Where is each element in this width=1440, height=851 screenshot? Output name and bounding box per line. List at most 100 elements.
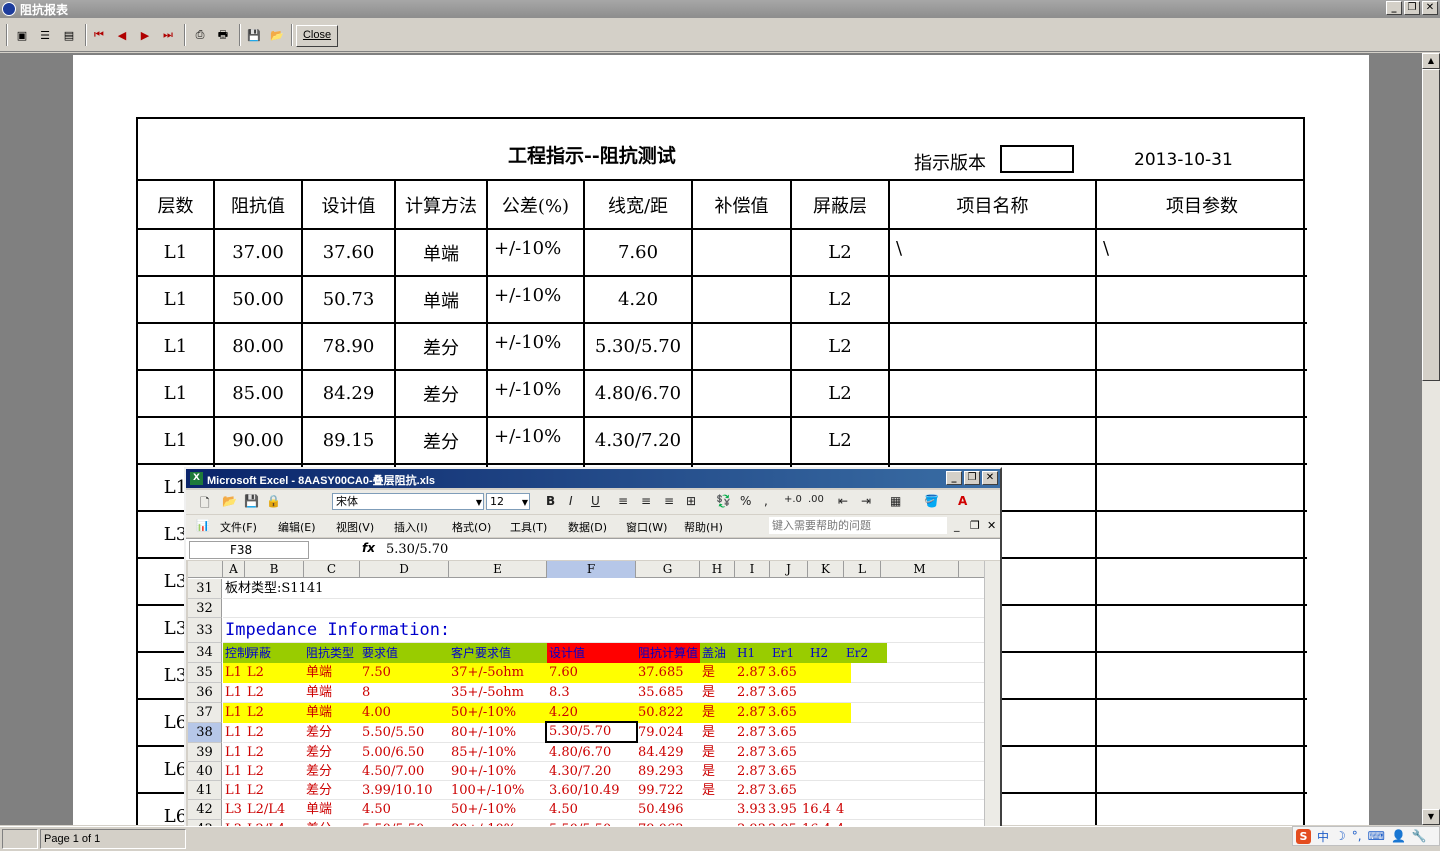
- sheet-cell[interactable]: 3.65: [768, 703, 797, 723]
- next-page-icon[interactable]: ▶: [136, 27, 154, 43]
- previous-page-icon[interactable]: ◀: [113, 27, 131, 43]
- menu-view[interactable]: 视图(V): [336, 519, 374, 535]
- sheet-cell[interactable]: Impedance Information:: [225, 618, 450, 643]
- column-header-g[interactable]: G: [636, 561, 700, 578]
- sheet-cell[interactable]: L1: [225, 762, 242, 781]
- keyboard-icon[interactable]: ⌨: [1368, 829, 1385, 843]
- sheet-cell[interactable]: 37+/-5ohm: [451, 663, 524, 683]
- sheet-cell[interactable]: 90+/-10%: [451, 762, 516, 781]
- sheet-cell[interactable]: 控制: [225, 643, 249, 663]
- sheet-cell[interactable]: 单端: [306, 663, 332, 683]
- sheet-cell[interactable]: 100+/-10%: [451, 781, 524, 800]
- row-header[interactable]: 40: [188, 762, 222, 781]
- sheet-cell[interactable]: L1: [225, 683, 242, 703]
- spreadsheet-grid[interactable]: ABCDEFGHIJKLM 31 板材类型:S1141 32 33 Impedance …: [188, 561, 988, 849]
- page-width-icon[interactable]: ▤: [60, 27, 78, 43]
- sheet-cell[interactable]: 2.87: [737, 703, 766, 723]
- sheet-cell[interactable]: 2.87: [737, 743, 766, 762]
- fill-color-icon[interactable]: 🪣: [924, 494, 939, 508]
- sheet-cell[interactable]: 2.87: [737, 723, 766, 743]
- doc-minimize-icon[interactable]: _: [954, 519, 960, 532]
- sheet-cell[interactable]: 2.87: [737, 683, 766, 703]
- sheet-cell[interactable]: 4.20: [549, 703, 578, 723]
- italic-icon[interactable]: I: [569, 494, 573, 508]
- row-header[interactable]: 37: [188, 703, 222, 723]
- sheet-cell[interactable]: 4.00: [362, 703, 391, 723]
- scrollbar-thumb[interactable]: [1422, 69, 1440, 381]
- single-page-icon[interactable]: ▣: [13, 27, 31, 43]
- sheet-cell[interactable]: 2.87: [737, 663, 766, 683]
- column-header-j[interactable]: J: [770, 561, 808, 578]
- sheet-cell[interactable]: 8.3: [549, 683, 570, 703]
- decrease-indent-icon[interactable]: ⇤: [838, 494, 848, 508]
- font-color-icon[interactable]: A: [958, 494, 967, 508]
- doc-restore-icon[interactable]: ❐: [970, 519, 980, 532]
- sheet-cell[interactable]: 2.87: [737, 762, 766, 781]
- sheet-cell[interactable]: 是: [702, 723, 715, 743]
- sheet-cell[interactable]: 是: [702, 762, 715, 781]
- print-icon[interactable]: 🖶: [214, 27, 232, 43]
- sheet-cell[interactable]: 是: [702, 703, 715, 723]
- close-button[interactable]: Close: [296, 25, 338, 47]
- sheet-cell[interactable]: Er2: [846, 643, 868, 663]
- row-header[interactable]: 35: [188, 663, 222, 683]
- sheet-cell[interactable]: L2: [247, 762, 264, 781]
- row-header[interactable]: 34: [188, 643, 222, 663]
- sheet-cell[interactable]: 3.65: [768, 683, 797, 703]
- last-page-icon[interactable]: ⏭: [159, 27, 177, 43]
- sheet-cell[interactable]: 4.50: [362, 800, 391, 820]
- sheet-cell[interactable]: 89.293: [638, 762, 684, 781]
- sheet-cell[interactable]: 2.87: [737, 781, 766, 800]
- doc-close-icon[interactable]: ✕: [987, 519, 996, 532]
- sheet-cell[interactable]: 4.50/7.00: [362, 762, 424, 781]
- sheet-cell[interactable]: 35.685: [638, 683, 684, 703]
- column-header-b[interactable]: B: [245, 561, 304, 578]
- sheet-cell[interactable]: L1: [225, 743, 242, 762]
- menu-help[interactable]: 帮助(H): [684, 519, 723, 535]
- scroll-up-icon[interactable]: ▲: [1422, 53, 1440, 69]
- increase-decimal-icon[interactable]: +.0: [784, 494, 802, 505]
- sheet-cell[interactable]: 设计值: [549, 643, 585, 663]
- excel-restore-button[interactable]: ❐: [964, 471, 980, 485]
- sheet-cell[interactable]: 单端: [306, 800, 332, 820]
- row-header[interactable]: 41: [188, 781, 222, 800]
- font-size-select[interactable]: 12 ▼: [486, 493, 530, 510]
- menu-insert[interactable]: 插入(I): [394, 519, 428, 535]
- sheet-cell[interactable]: 3.99/10.10: [362, 781, 433, 800]
- minimize-button[interactable]: _: [1386, 1, 1402, 15]
- open-icon[interactable]: 📂: [222, 494, 237, 508]
- active-cell[interactable]: 5.30/5.70: [545, 721, 638, 743]
- column-header-a[interactable]: A: [223, 561, 245, 578]
- column-header-i[interactable]: I: [735, 561, 770, 578]
- excel-vertical-scrollbar[interactable]: [984, 561, 1000, 849]
- sheet-cell[interactable]: 要求值: [362, 643, 398, 663]
- underline-icon[interactable]: U: [591, 494, 600, 508]
- menu-edit[interactable]: 编辑(E): [278, 519, 316, 535]
- fx-icon[interactable]: fx: [362, 541, 375, 555]
- row-header[interactable]: 38: [188, 723, 222, 743]
- sheet-cell[interactable]: 3.65: [768, 762, 797, 781]
- row-header[interactable]: 36: [188, 683, 222, 703]
- merge-center-icon[interactable]: ⊞: [686, 494, 696, 508]
- sheet-cell[interactable]: H1: [737, 643, 755, 663]
- align-right-icon[interactable]: ≡: [664, 494, 674, 508]
- column-header-m[interactable]: M: [881, 561, 959, 578]
- sheet-cell[interactable]: L2: [247, 703, 264, 723]
- sheet-cell[interactable]: 50.822: [638, 703, 684, 723]
- print-setup-icon[interactable]: ⎙: [191, 27, 209, 43]
- sheet-cell[interactable]: 50+/-10%: [451, 800, 516, 820]
- row-header[interactable]: 33: [188, 618, 222, 643]
- bold-icon[interactable]: B: [546, 494, 555, 508]
- settings-icon[interactable]: 🔧: [1412, 829, 1427, 843]
- comma-icon[interactable]: ,: [764, 494, 768, 508]
- close-window-button[interactable]: ✕: [1422, 1, 1438, 15]
- row-header[interactable]: 32: [188, 599, 222, 618]
- menu-data[interactable]: 数据(D): [568, 519, 607, 535]
- menu-file[interactable]: 文件(F): [220, 519, 257, 535]
- sheet-cell[interactable]: 是: [702, 781, 715, 800]
- sheet-cell[interactable]: 79.024: [638, 723, 684, 743]
- sheet-cell[interactable]: H2: [810, 643, 828, 663]
- decrease-decimal-icon[interactable]: .00: [808, 494, 824, 505]
- column-header-c[interactable]: C: [304, 561, 360, 578]
- sheet-cell[interactable]: 84.429: [638, 743, 684, 762]
